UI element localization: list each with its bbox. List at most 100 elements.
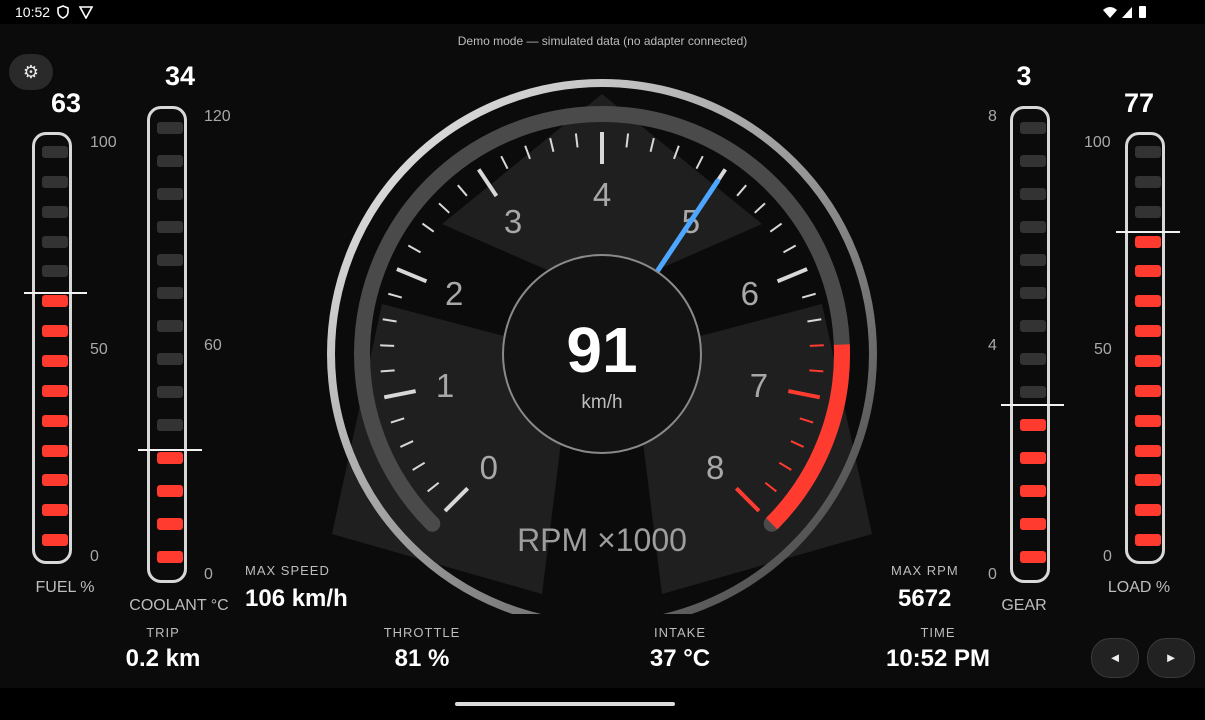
bar-segment xyxy=(157,353,183,366)
bar-segment xyxy=(42,384,68,397)
load-level-marker xyxy=(1116,231,1180,234)
bar-segment xyxy=(1135,205,1161,218)
gear-value: 3 xyxy=(1016,61,1032,91)
coolant-scale-max: 120 xyxy=(204,108,231,125)
coolant-label: COOLANT °C xyxy=(129,597,229,614)
minor-tick xyxy=(769,222,783,233)
load-value: 77 xyxy=(1123,88,1155,118)
minor-tick xyxy=(380,369,395,373)
demo-mode-notice: Demo mode — simulated data (no adapter c… xyxy=(457,34,748,48)
coolant-bar xyxy=(147,106,187,583)
bar-segment xyxy=(1020,154,1046,167)
time-label: TIME xyxy=(920,625,956,640)
bar-segment xyxy=(42,474,68,487)
bar-segment xyxy=(42,444,68,457)
bar-segment xyxy=(157,154,183,167)
gear-scale-mid: 4 xyxy=(988,337,997,354)
bar-segment xyxy=(1135,145,1161,158)
status-bar: 10:52 xyxy=(0,0,1205,24)
battery-icon xyxy=(1139,6,1146,18)
shield-icon xyxy=(57,5,69,19)
bar-segment xyxy=(1135,295,1161,308)
bar-segment xyxy=(42,504,68,517)
bar-segment xyxy=(1135,175,1161,188)
bar-segment xyxy=(1135,474,1161,487)
minor-tick xyxy=(407,244,422,254)
intake-label: INTAKE xyxy=(654,625,706,640)
bar-segment xyxy=(157,386,183,399)
previous-page-button[interactable]: ◄ xyxy=(1091,638,1139,678)
bar-segment xyxy=(157,518,183,531)
bar-segment xyxy=(1135,265,1161,278)
chevron-right-icon: ► xyxy=(1164,650,1178,665)
vpn-icon xyxy=(79,6,93,19)
bar-segment xyxy=(1020,518,1046,531)
max-speed-label: MAX SPEED xyxy=(245,563,330,578)
bar-segment xyxy=(1020,220,1046,233)
trip-label: TRIP xyxy=(146,625,180,640)
coolant-scale-min: 0 xyxy=(204,566,213,583)
gear-scale-min: 0 xyxy=(988,566,997,583)
max-rpm-label: MAX RPM xyxy=(891,563,959,578)
major-tick xyxy=(776,267,808,284)
load-bar xyxy=(1125,132,1165,564)
bar-segment xyxy=(1020,187,1046,200)
minor-tick xyxy=(380,344,395,347)
gear-icon: ⚙ xyxy=(22,62,40,82)
speed-unit: km/h xyxy=(581,392,622,413)
bar-segment xyxy=(42,325,68,338)
rpm-tick-label: 4 xyxy=(593,176,611,213)
next-page-button[interactable]: ► xyxy=(1147,638,1195,678)
throttle-label: THROTTLE xyxy=(383,625,461,640)
bar-segment xyxy=(1020,286,1046,299)
bar-segment xyxy=(1020,386,1046,399)
rpm-label: RPM ×1000 xyxy=(517,522,687,558)
bar-segment xyxy=(1135,414,1161,427)
dashboard: ⚙ Demo mode — simulated data (no adapter… xyxy=(0,24,1205,688)
home-gesture-handle[interactable] xyxy=(455,702,675,706)
status-time: 10:52 xyxy=(15,4,51,20)
minor-tick xyxy=(736,184,747,197)
load-scale-mid: 50 xyxy=(1094,341,1112,358)
bar-segment xyxy=(157,452,183,465)
throttle-value: 81 % xyxy=(394,645,450,672)
coolant-value: 34 xyxy=(164,61,196,91)
rpm-tick-label: 2 xyxy=(445,275,463,312)
minor-tick xyxy=(809,344,824,347)
bar-segment xyxy=(1135,384,1161,397)
bar-segment xyxy=(1020,419,1046,432)
minor-tick xyxy=(500,155,509,170)
minor-tick xyxy=(438,202,450,214)
load-scale-min: 0 xyxy=(1103,548,1112,565)
bar-segment xyxy=(42,354,68,367)
minor-tick xyxy=(457,184,468,197)
settings-button[interactable]: ⚙ xyxy=(9,54,53,90)
rpm-tick-label: 6 xyxy=(741,275,759,312)
bar-segment xyxy=(1020,253,1046,266)
bar-segment xyxy=(157,551,183,564)
coolant-level-marker xyxy=(138,449,202,452)
signal-icon xyxy=(1122,7,1132,18)
rpm-tick-label: 8 xyxy=(706,449,724,486)
minor-tick xyxy=(695,155,704,170)
coolant-scale-mid: 60 xyxy=(204,337,222,354)
bar-segment xyxy=(1020,121,1046,134)
bar-segment xyxy=(42,235,68,248)
minor-tick xyxy=(801,292,816,299)
minor-tick xyxy=(754,202,766,214)
gear-scale-max: 8 xyxy=(988,108,997,125)
fuel-scale-mid: 50 xyxy=(90,341,108,358)
bar-segment xyxy=(1020,551,1046,564)
fuel-level-marker xyxy=(24,291,87,294)
load-scale-max: 100 xyxy=(1084,134,1111,151)
bar-segment xyxy=(157,419,183,432)
rpm-tick-label: 1 xyxy=(436,367,454,404)
bar-segment xyxy=(157,253,183,266)
intake-value: 37 °C xyxy=(649,645,711,672)
wifi-icon xyxy=(1103,7,1117,18)
bar-segment xyxy=(1135,444,1161,457)
bar-segment xyxy=(1135,504,1161,517)
bar-segment xyxy=(157,220,183,233)
bar-segment xyxy=(1135,235,1161,248)
max-speed-value: 106 km/h xyxy=(245,585,348,612)
